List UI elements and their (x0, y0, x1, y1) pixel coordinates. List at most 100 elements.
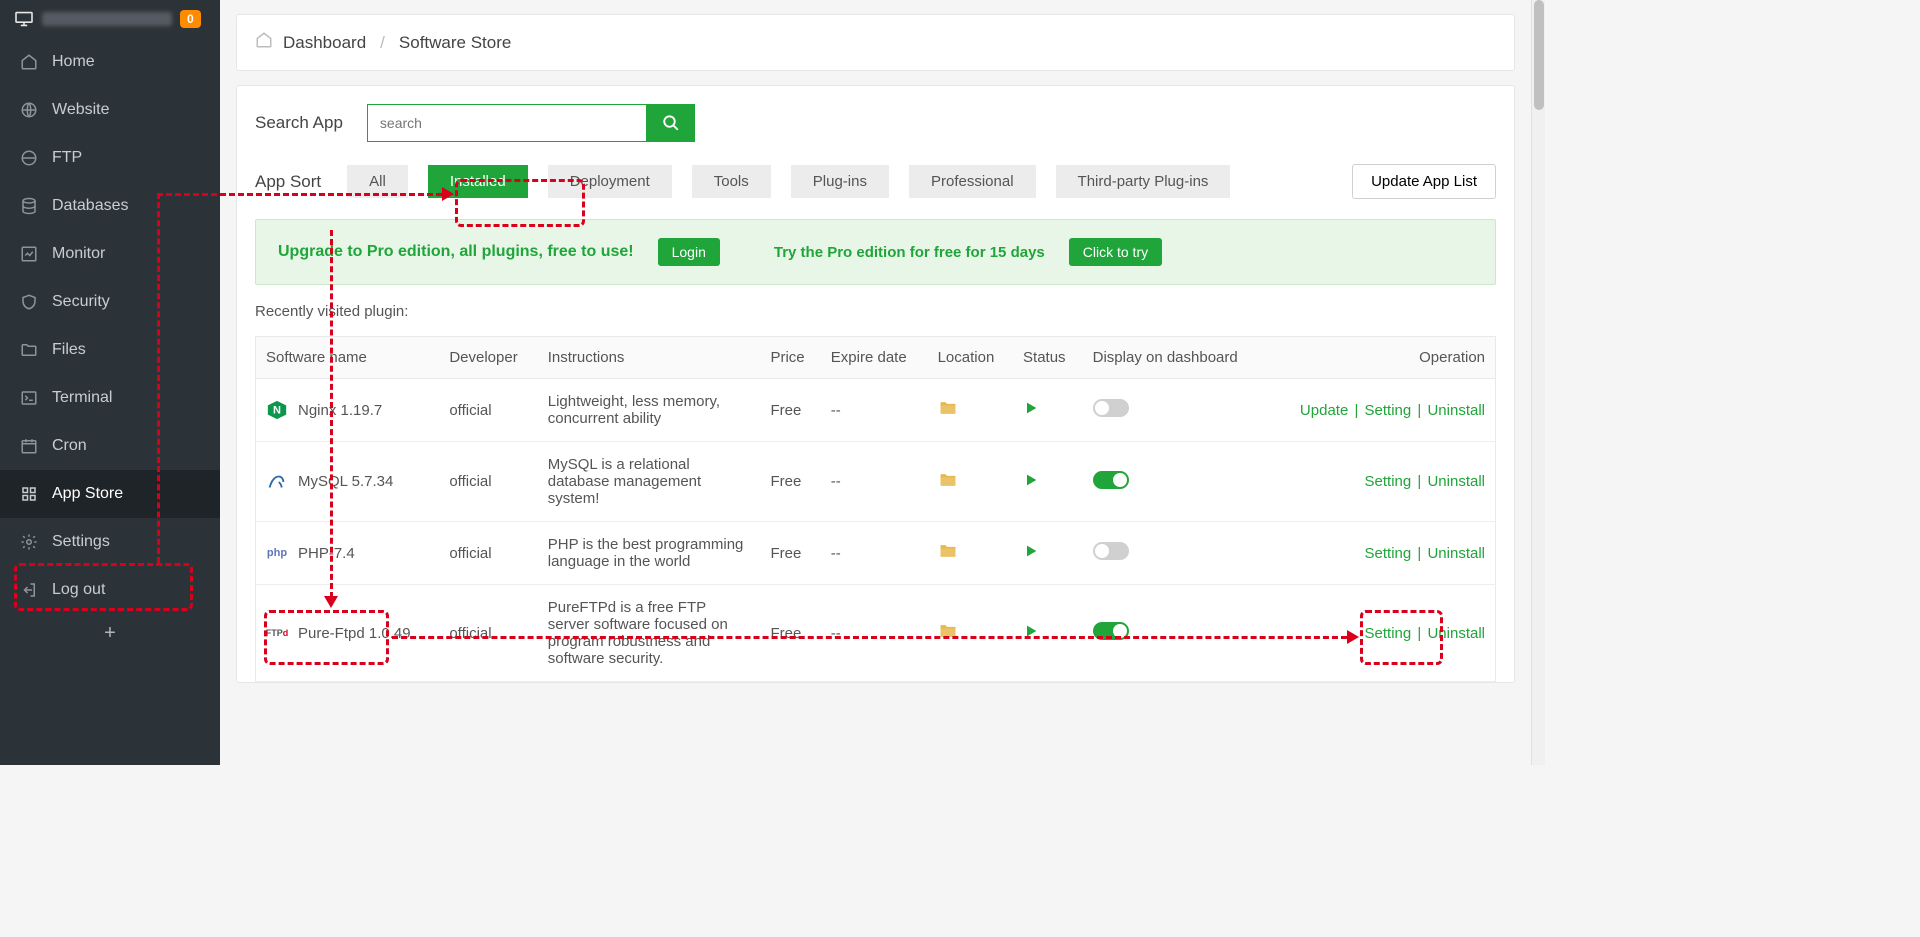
cell-instr: PHP is the best programming language in … (538, 522, 761, 585)
op-setting[interactable]: Setting (1365, 545, 1412, 562)
cell-expire: -- (821, 585, 928, 682)
cell-price: Free (760, 379, 820, 442)
table-row: MySQL 5.7.34 official MySQL is a relatio… (256, 442, 1496, 522)
sidebar-item-label: FTP (52, 149, 82, 167)
promo-login-button[interactable]: Login (658, 238, 720, 266)
toggle-display[interactable] (1093, 471, 1129, 489)
sidebar-item-monitor[interactable]: Monitor (0, 230, 220, 278)
th-operation: Operation (1266, 337, 1495, 379)
cell-operation: Setting | Uninstall (1266, 442, 1495, 522)
folder-icon[interactable] (938, 405, 958, 422)
sort-label: App Sort (255, 172, 321, 192)
cell-price: Free (760, 442, 820, 522)
sort-row: App Sort All Installed Deployment Tools … (237, 164, 1514, 219)
table-row: phpPHP-7.4 official PHP is the best prog… (256, 522, 1496, 585)
cell-operation: Setting | Uninstall (1266, 522, 1495, 585)
tab-installed[interactable]: Installed (428, 165, 528, 198)
cell-expire: -- (821, 379, 928, 442)
breadcrumb-separator: / (380, 33, 385, 53)
folder-icon[interactable] (938, 548, 958, 565)
php-icon: php (266, 542, 288, 564)
scrollbar-thumb[interactable] (1534, 0, 1544, 110)
th-instructions: Instructions (538, 337, 761, 379)
tab-tools[interactable]: Tools (692, 165, 771, 198)
toggle-display[interactable] (1093, 542, 1129, 560)
toggle-display[interactable] (1093, 622, 1129, 640)
search-row: Search App (237, 104, 1514, 164)
play-icon[interactable] (1023, 475, 1039, 492)
sidebar-item-label: Website (52, 101, 110, 119)
sidebar-item-settings[interactable]: Settings (0, 518, 220, 566)
cell-operation: Setting | Uninstall (1266, 585, 1495, 682)
op-setting[interactable]: Setting (1365, 473, 1412, 490)
play-icon[interactable] (1023, 546, 1039, 563)
tab-professional[interactable]: Professional (909, 165, 1036, 198)
sidebar-add[interactable]: + (0, 614, 220, 653)
sidebar-item-website[interactable]: Website (0, 86, 220, 134)
promo-text-trial: Try the Pro edition for free for 15 days (774, 244, 1045, 261)
host-label-blurred (42, 12, 172, 26)
calendar-icon (20, 437, 38, 455)
play-icon[interactable] (1023, 626, 1039, 643)
sidebar-item-label: Log out (52, 581, 105, 599)
scrollbar[interactable] (1531, 0, 1545, 765)
op-uninstall[interactable]: Uninstall (1427, 402, 1485, 419)
sidebar-item-logout[interactable]: Log out (0, 566, 220, 614)
promo-banner: Upgrade to Pro edition, all plugins, fre… (255, 219, 1496, 285)
breadcrumb-home[interactable]: Dashboard (283, 33, 366, 53)
sidebar-item-label: Cron (52, 437, 87, 455)
sidebar-item-security[interactable]: Security (0, 278, 220, 326)
th-expire: Expire date (821, 337, 928, 379)
table-row: FTPdPure-Ftpd 1.0.49 official PureFTPd i… (256, 585, 1496, 682)
op-uninstall[interactable]: Uninstall (1427, 473, 1485, 490)
sidebar-item-appstore[interactable]: App Store (0, 470, 220, 518)
cell-name[interactable]: Pure-Ftpd 1.0.49 (298, 625, 411, 642)
cell-name[interactable]: PHP-7.4 (298, 545, 355, 562)
toggle-display[interactable] (1093, 399, 1129, 417)
tab-thirdparty[interactable]: Third-party Plug-ins (1056, 165, 1231, 198)
search-input[interactable] (367, 104, 647, 142)
grid-icon (20, 485, 38, 503)
sidebar-item-label: Home (52, 53, 95, 71)
folder-icon[interactable] (938, 628, 958, 645)
sidebar-item-cron[interactable]: Cron (0, 422, 220, 470)
database-icon (20, 197, 38, 215)
op-uninstall[interactable]: Uninstall (1427, 545, 1485, 562)
sidebar-item-ftp[interactable]: FTP (0, 134, 220, 182)
tab-all[interactable]: All (347, 165, 408, 198)
search-button[interactable] (647, 104, 695, 142)
nginx-icon: N (266, 399, 288, 421)
search-icon (662, 114, 680, 132)
sidebar: 0 Home Website FTP Databases Monitor Sec… (0, 0, 220, 765)
cell-price: Free (760, 585, 820, 682)
folder-icon[interactable] (938, 477, 958, 494)
op-setting[interactable]: Setting (1365, 402, 1412, 419)
play-icon[interactable] (1023, 403, 1039, 420)
cell-name[interactable]: MySQL 5.7.34 (298, 473, 393, 490)
sidebar-item-terminal[interactable]: Terminal (0, 374, 220, 422)
tab-plugins[interactable]: Plug-ins (791, 165, 889, 198)
shield-icon (20, 293, 38, 311)
promo-text-upgrade: Upgrade to Pro edition, all plugins, fre… (278, 243, 634, 261)
op-setting[interactable]: Setting (1365, 625, 1412, 642)
op-uninstall[interactable]: Uninstall (1427, 625, 1485, 642)
globe-icon (20, 101, 38, 119)
sidebar-header: 0 (0, 0, 220, 38)
cell-name[interactable]: Nginx 1.19.7 (298, 402, 382, 419)
cell-operation: Update | Setting | Uninstall (1266, 379, 1495, 442)
sidebar-nav: Home Website FTP Databases Monitor Secur… (0, 38, 220, 614)
notification-badge[interactable]: 0 (180, 10, 201, 28)
sidebar-item-home[interactable]: Home (0, 38, 220, 86)
sidebar-item-databases[interactable]: Databases (0, 182, 220, 230)
th-software-name: Software name (256, 337, 440, 379)
cell-instr: Lightweight, less memory, concurrent abi… (538, 379, 761, 442)
table-header-row: Software name Developer Instructions Pri… (256, 337, 1496, 379)
op-update[interactable]: Update (1300, 402, 1348, 419)
sidebar-item-files[interactable]: Files (0, 326, 220, 374)
search-label: Search App (255, 113, 343, 133)
sidebar-item-label: Settings (52, 533, 110, 551)
tab-deployment[interactable]: Deployment (548, 165, 672, 198)
promo-try-button[interactable]: Click to try (1069, 238, 1162, 266)
recent-visited-label: Recently visited plugin: (237, 303, 1514, 336)
update-app-list-button[interactable]: Update App List (1352, 164, 1496, 199)
